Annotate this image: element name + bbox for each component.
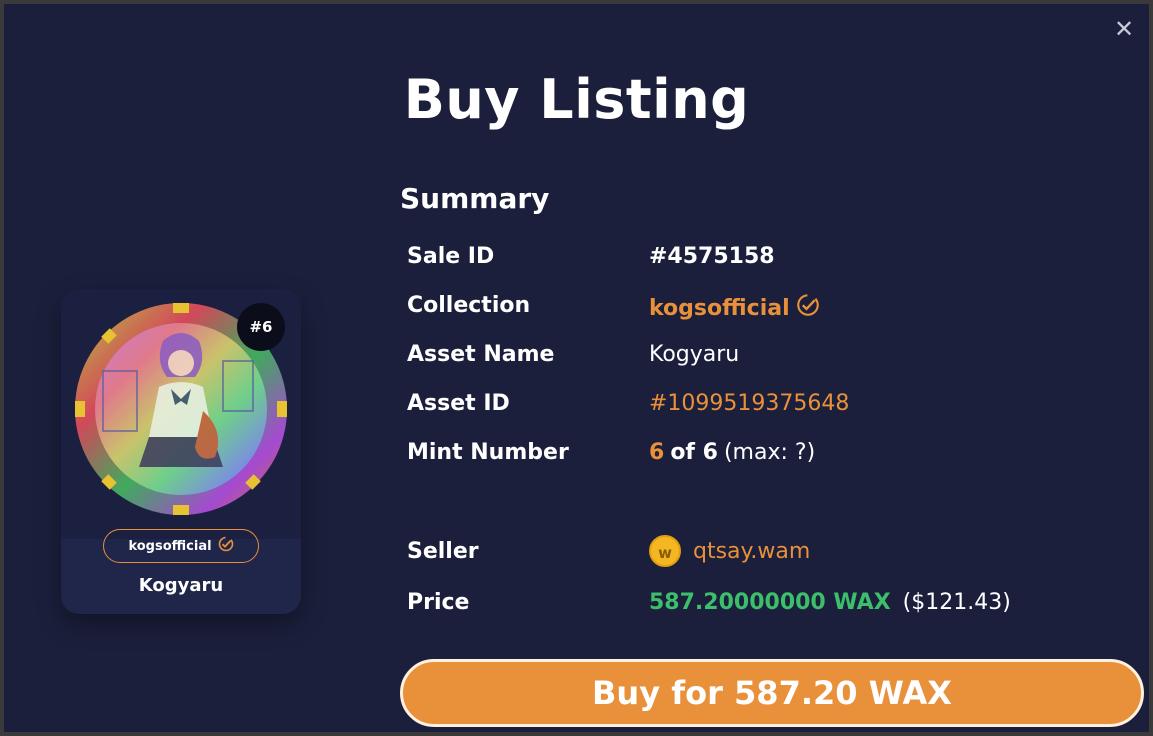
- collection-pill-label: kogsofficial: [128, 538, 212, 554]
- asset-id-label: Asset ID: [407, 391, 510, 416]
- buy-button[interactable]: Buy for 587.20 WAX: [400, 659, 1144, 727]
- modal-title: Buy Listing: [403, 68, 750, 131]
- asset-card-name: Kogyaru: [138, 575, 224, 596]
- price-wax: 587.20000000 WAX: [649, 590, 891, 615]
- collection-pill[interactable]: kogsofficial: [103, 529, 259, 563]
- sale-id-value: #4575158: [649, 244, 775, 269]
- verified-icon: [796, 293, 820, 323]
- asset-image-area: #6: [61, 289, 301, 539]
- price-label: Price: [407, 590, 470, 615]
- price-usd: ($121.43): [902, 590, 1011, 615]
- seller-link[interactable]: qtsay.wam: [693, 539, 810, 564]
- mint-max: (max: ?): [723, 440, 816, 465]
- verified-icon: [218, 536, 234, 556]
- mint-of-total: of 6: [670, 440, 718, 465]
- asset-card[interactable]: #6 kogsofficial Kogyaru: [61, 289, 301, 614]
- seller-value[interactable]: w qtsay.wam: [649, 535, 810, 567]
- price-value: 587.20000000 WAX ($121.43): [649, 590, 1011, 615]
- sale-id-label: Sale ID: [407, 244, 495, 269]
- mint-number-label: Mint Number: [407, 440, 569, 465]
- collection-value-wrap[interactable]: kogsofficial: [649, 293, 820, 323]
- mint-number-value: 6 of 6 (max: ?): [649, 440, 815, 465]
- wax-coin-icon: w: [649, 535, 681, 567]
- mint-number: 6: [649, 440, 665, 465]
- seller-label: Seller: [407, 539, 479, 564]
- summary-title: Summary: [400, 182, 550, 215]
- buy-listing-modal: ✕ Buy Listing #6 kogsofficial Kogyaru Su…: [4, 4, 1149, 732]
- asset-name-label: Asset Name: [407, 342, 555, 367]
- asset-name-value: Kogyaru: [649, 342, 740, 367]
- collection-link[interactable]: kogsofficial: [649, 296, 790, 321]
- mint-badge: #6: [237, 303, 285, 351]
- asset-id-link[interactable]: #1099519375648: [649, 391, 849, 416]
- collection-label: Collection: [407, 293, 531, 318]
- close-icon[interactable]: ✕: [1113, 17, 1135, 41]
